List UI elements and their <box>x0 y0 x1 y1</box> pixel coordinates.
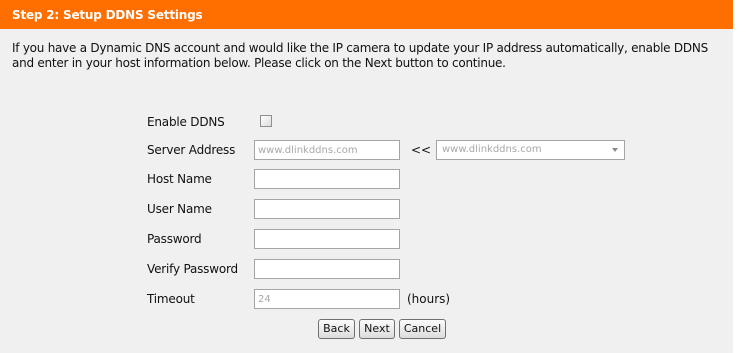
verify-password-input[interactable] <box>254 259 400 279</box>
host-name-input[interactable] <box>254 169 400 189</box>
section-header: Step 2: Setup DDNS Settings <box>0 0 733 29</box>
user-name-label: User Name <box>147 202 212 216</box>
cancel-button[interactable]: Cancel <box>399 319 446 339</box>
timeout-input[interactable] <box>254 289 400 309</box>
server-address-select[interactable]: www.dlinkddns.com <box>436 140 625 160</box>
copy-server-arrows[interactable]: << <box>411 140 431 160</box>
user-name-input[interactable] <box>254 199 400 219</box>
enable-ddns-label: Enable DDNS <box>147 115 225 129</box>
host-name-label: Host Name <box>147 172 212 186</box>
chevron-down-icon <box>612 148 618 152</box>
server-address-label: Server Address <box>147 143 236 157</box>
timeout-unit: (hours) <box>407 292 451 306</box>
server-address-select-value: www.dlinkddns.com <box>442 144 542 155</box>
instructions-text: If you have a Dynamic DNS account and wo… <box>12 41 708 70</box>
server-address-input[interactable] <box>254 140 400 160</box>
verify-password-label: Verify Password <box>147 262 238 276</box>
timeout-label: Timeout <box>147 292 195 306</box>
next-button[interactable]: Next <box>359 319 395 339</box>
password-label: Password <box>147 232 202 246</box>
ddns-settings-panel: Step 2: Setup DDNS Settings If you have … <box>0 0 733 353</box>
back-button[interactable]: Back <box>318 319 355 339</box>
password-input[interactable] <box>254 229 400 249</box>
enable-ddns-checkbox[interactable] <box>260 115 272 127</box>
